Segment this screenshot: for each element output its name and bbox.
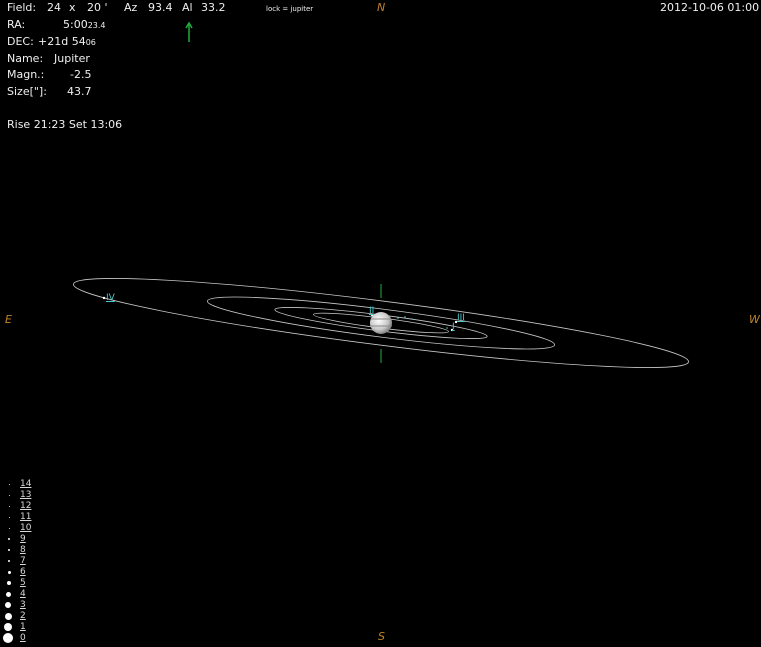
- scale-label: 2: [20, 611, 26, 621]
- scale-label: 10: [20, 523, 32, 533]
- scale-row-6: 6: [0, 567, 40, 578]
- scale-row-3: 3: [0, 600, 40, 611]
- scale-label: 12: [20, 501, 32, 511]
- sky-view[interactable]: [0, 0, 761, 647]
- scale-row-12: 12: [0, 501, 40, 512]
- scale-dot: [9, 517, 10, 518]
- scale-label: 11: [20, 512, 32, 522]
- scale-row-0: 0: [0, 633, 40, 644]
- scale-label: 0: [20, 633, 26, 643]
- scale-dot: [5, 613, 12, 620]
- scale-dot: [3, 633, 13, 643]
- scale-row-4: 4: [0, 589, 40, 600]
- scale-row-11: 11: [0, 512, 40, 523]
- scale-dot: [8, 549, 10, 551]
- scale-row-5: 5: [0, 578, 40, 589]
- scale-row-7: 7: [0, 556, 40, 567]
- scale-row-13: 13: [0, 490, 40, 501]
- scale-dot: [8, 560, 10, 562]
- scale-dot: [4, 623, 12, 631]
- scale-dot: [9, 484, 10, 485]
- scale-label: 8: [20, 545, 26, 555]
- scale-row-14: 14: [0, 479, 40, 490]
- moon-label-iii: III: [457, 313, 465, 323]
- scale-row-9: 9: [0, 534, 40, 545]
- moon-label-iv: IV: [106, 293, 115, 303]
- scale-label: 1: [20, 622, 26, 632]
- scale-label: 9: [20, 534, 26, 544]
- scale-dot: [8, 538, 10, 540]
- scale-label: 14: [20, 479, 32, 489]
- scale-row-1: 1: [0, 622, 40, 633]
- scale-dot: [6, 592, 11, 597]
- magnitude-scale: 14 13 12 11 10 9 8 7 6 5 4 3 2 1 0: [0, 479, 40, 645]
- moon-iv[interactable]: [102, 296, 106, 300]
- scale-label: 3: [20, 600, 26, 610]
- moon-label-ii: II: [369, 306, 375, 316]
- scale-dot: [9, 506, 10, 507]
- scale-label: 7: [20, 556, 26, 566]
- scale-row-8: 8: [0, 545, 40, 556]
- green-up-arrow-icon: [185, 21, 193, 42]
- scale-label: 6: [20, 567, 26, 577]
- scale-label: 13: [20, 490, 32, 500]
- scale-dot: [7, 581, 11, 585]
- scale-label: 5: [20, 578, 26, 588]
- scale-dot: [9, 495, 10, 496]
- scale-dot: [8, 571, 11, 574]
- scale-dot: [9, 528, 10, 529]
- scale-label: 4: [20, 589, 26, 599]
- scale-row-2: 2: [0, 611, 40, 622]
- moon-label-i: I: [452, 322, 455, 332]
- scale-row-10: 10: [0, 523, 40, 534]
- scale-dot: [5, 602, 11, 608]
